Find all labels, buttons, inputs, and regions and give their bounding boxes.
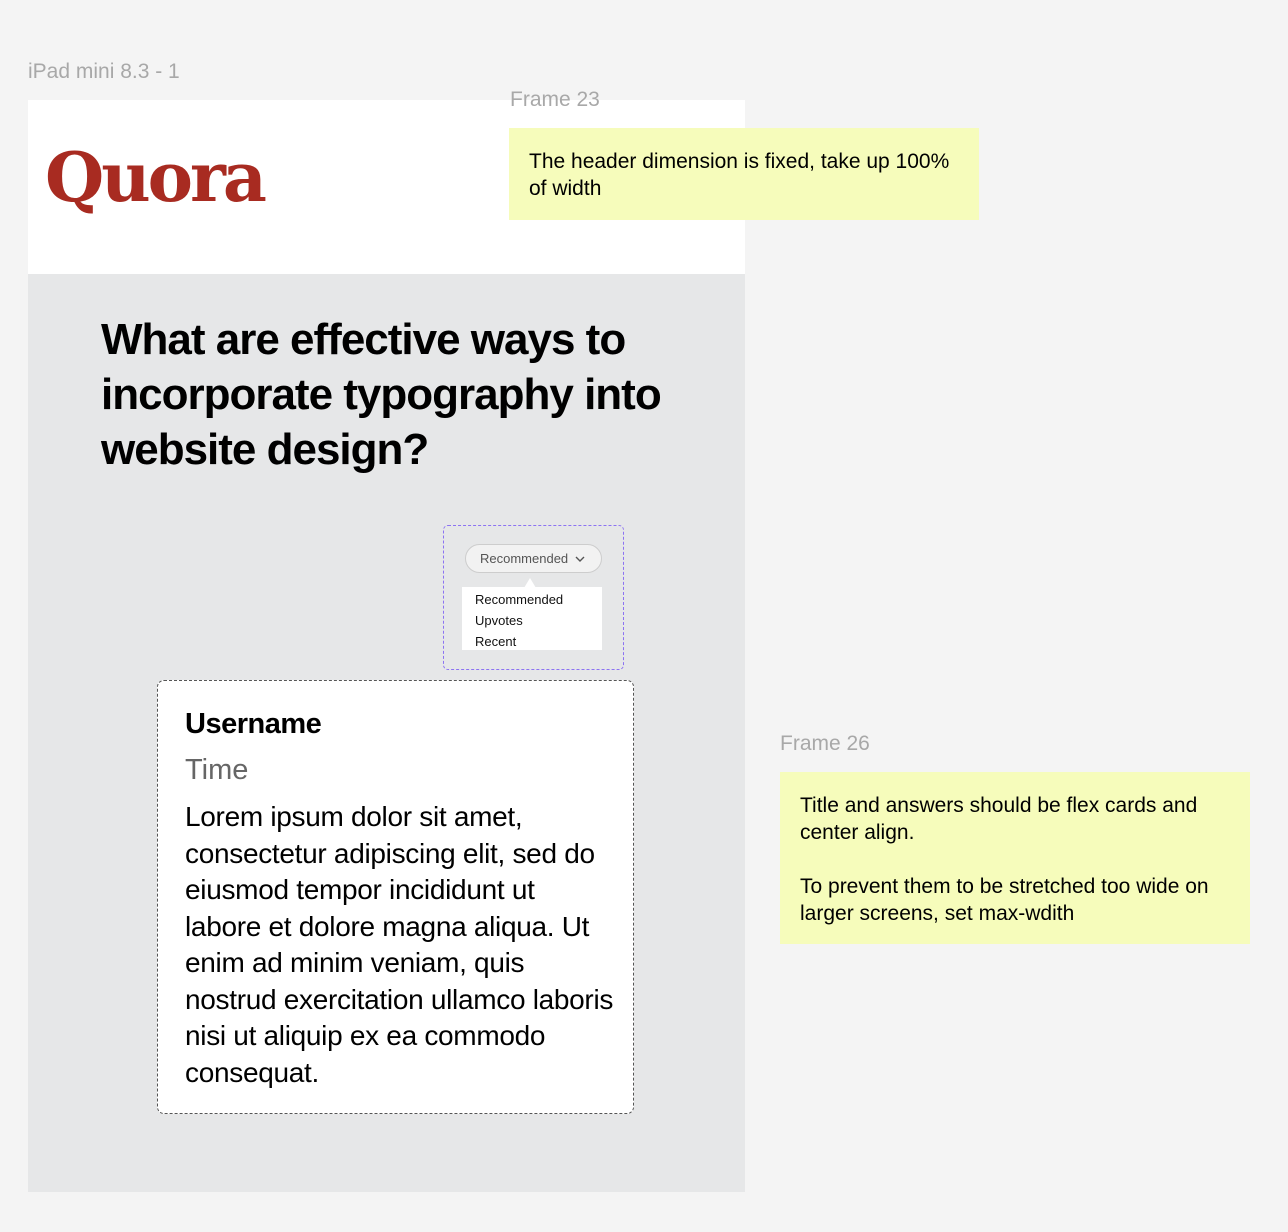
sort-dropdown-selected: Recommended bbox=[480, 551, 569, 566]
answer-body: Lorem ipsum dolor sit amet, consectetur … bbox=[185, 801, 614, 1088]
chevron-down-icon bbox=[574, 553, 586, 565]
quora-logo[interactable]: Quora bbox=[45, 144, 267, 212]
ipad-frame: Quora What are effective ways to incorpo… bbox=[28, 100, 745, 1192]
cards-annotation-note[interactable]: Title and answers should be flex cards a… bbox=[780, 772, 1250, 944]
ipad-frame-label[interactable]: iPad mini 8.3 - 1 bbox=[28, 60, 180, 84]
answer-username[interactable]: Username bbox=[185, 708, 322, 741]
header-annotation-note[interactable]: The header dimension is fixed, take up 1… bbox=[509, 128, 979, 220]
cards-note-text-2: To prevent them to be stretched too wide… bbox=[800, 875, 1209, 925]
answer-card: Username Time Lorem ipsum dolor sit amet… bbox=[157, 680, 634, 1114]
sort-dropdown-menu: Recommended Upvotes Recent bbox=[462, 587, 602, 650]
frame26-label[interactable]: Frame 26 bbox=[780, 732, 870, 756]
question-title: What are effective ways to incorporate t… bbox=[101, 315, 662, 474]
cards-note-text-1: Title and answers should be flex cards a… bbox=[800, 794, 1198, 844]
header-note-text: The header dimension is fixed, take up 1… bbox=[529, 150, 950, 200]
frame23-label[interactable]: Frame 23 bbox=[510, 88, 600, 112]
sort-dropdown-component: Recommended Recommended Upvotes Recent bbox=[443, 525, 624, 670]
sort-option-recommended[interactable]: Recommended bbox=[462, 589, 602, 610]
sort-option-recent[interactable]: Recent bbox=[462, 631, 602, 652]
answer-time: Time bbox=[185, 754, 249, 786]
sort-option-upvotes[interactable]: Upvotes bbox=[462, 610, 602, 631]
sort-dropdown-button[interactable]: Recommended bbox=[465, 544, 602, 573]
